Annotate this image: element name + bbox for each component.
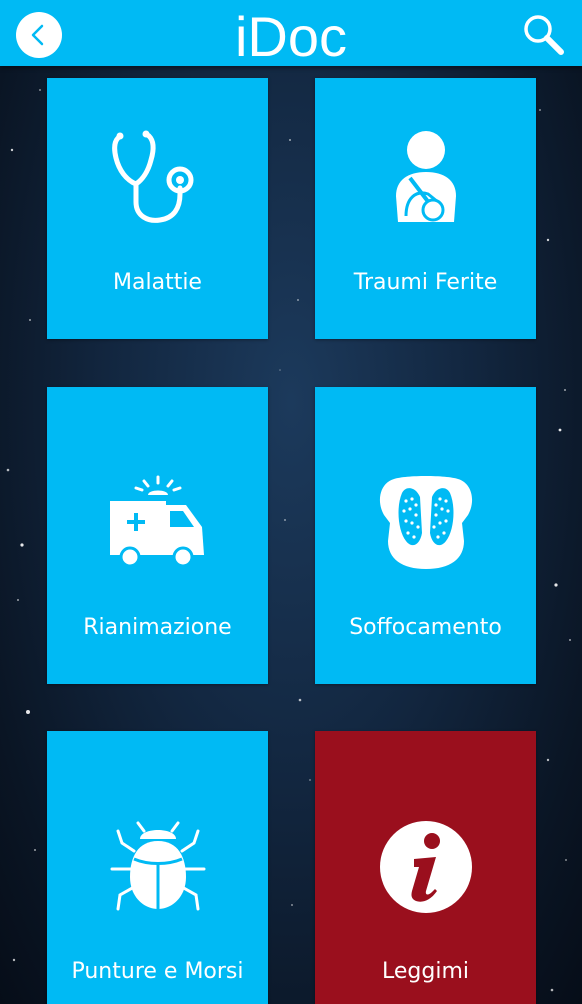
tile-rianimazione[interactable]: Rianimazione xyxy=(47,387,268,684)
ambulance-icon xyxy=(109,475,204,568)
top-navigation-bar: iDoc xyxy=(0,0,582,68)
tile-soffocamento[interactable]: Soffocamento xyxy=(315,387,536,684)
stethoscope-icon xyxy=(111,130,193,223)
tile-label: Soffocamento xyxy=(349,615,502,640)
search-button[interactable] xyxy=(518,10,568,60)
tile-label: Punture e Morsi xyxy=(71,959,244,984)
tile-label: Leggimi xyxy=(382,959,469,984)
tile-malattie[interactable]: Malattie xyxy=(47,78,268,339)
magnifier-icon xyxy=(524,15,564,55)
arm-sling-icon xyxy=(395,131,456,222)
tile-label: Rianimazione xyxy=(83,615,232,640)
tile-label: Traumi Ferite xyxy=(353,270,498,295)
lungs-icon xyxy=(379,476,472,569)
bug-icon xyxy=(110,821,205,911)
tile-leggimi[interactable]: Leggimi xyxy=(315,731,536,1004)
info-icon xyxy=(379,821,472,913)
tile-label: Malattie xyxy=(113,270,202,295)
tile-punture-e-morsi[interactable]: Punture e Morsi xyxy=(47,731,268,1004)
app-title: iDoc xyxy=(234,5,348,68)
tile-traumi-ferite[interactable]: Traumi Ferite xyxy=(315,78,536,339)
